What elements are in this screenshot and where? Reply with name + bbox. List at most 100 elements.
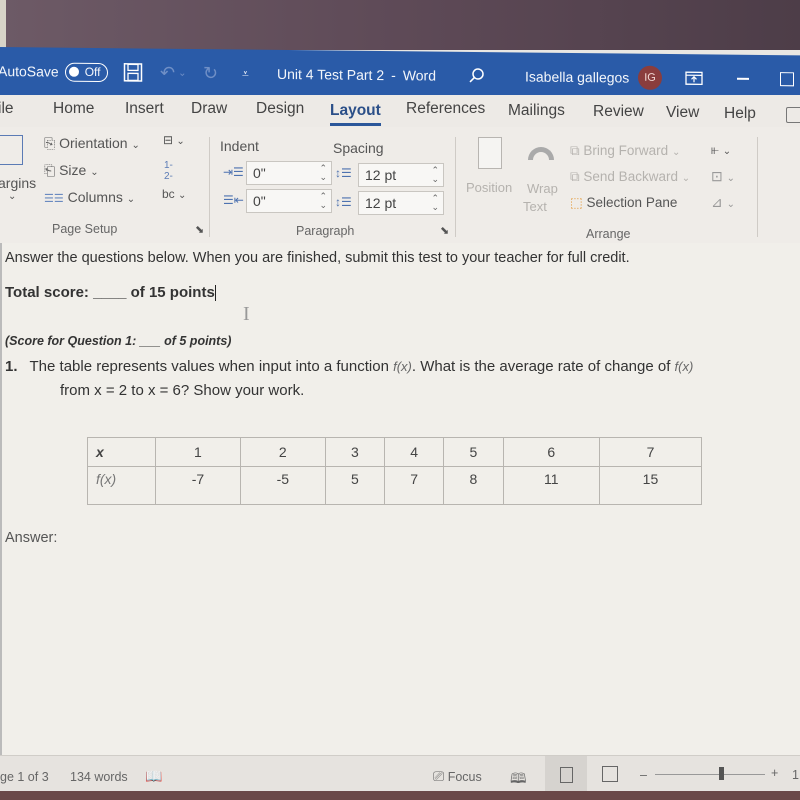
search-button[interactable] bbox=[468, 52, 486, 100]
send-backward-button[interactable]: ⧉ Send Backward ⌄ bbox=[570, 169, 690, 185]
page-setup-dialog-launcher[interactable]: ⬊ bbox=[195, 223, 204, 236]
selection-pane-button[interactable]: ⬚ Selection Pane bbox=[570, 195, 677, 211]
spinner-arrows-icon[interactable]: ⌃ ⌄ bbox=[431, 194, 439, 212]
rotate-button[interactable]: ⊿ ⌄ bbox=[711, 194, 735, 211]
indent-right-icon: ☰⇤ bbox=[223, 193, 244, 207]
avatar: IG bbox=[638, 65, 662, 90]
read-mode-button[interactable]: 🕮 bbox=[510, 768, 527, 792]
tab-draw[interactable]: Draw bbox=[191, 100, 227, 118]
zoom-slider-thumb[interactable] bbox=[719, 767, 724, 780]
position-icon bbox=[478, 137, 502, 169]
size-button[interactable]: ⎗ Size ⌄ bbox=[44, 162, 99, 179]
total-score-label: Total score: bbox=[5, 284, 89, 301]
focus-button[interactable]: ⎚ Focus bbox=[433, 768, 482, 785]
focus-label: Focus bbox=[447, 770, 482, 784]
zoom-slider-track[interactable] bbox=[655, 774, 765, 775]
bring-forward-button[interactable]: ⧉ Bring Forward ⌄ bbox=[570, 143, 680, 159]
chevron-down-icon: ⌄ bbox=[681, 173, 691, 184]
spacing-before-value: 12 pt bbox=[365, 167, 397, 183]
tab-view[interactable]: View bbox=[666, 104, 699, 122]
zoom-level[interactable]: 1 bbox=[792, 768, 799, 782]
autosave-toggle[interactable]: Off bbox=[64, 62, 108, 82]
chevron-down-icon: ⌄ bbox=[131, 140, 140, 151]
tab-review[interactable]: Review bbox=[593, 103, 644, 121]
wrap-text-label-2: Text bbox=[523, 199, 547, 214]
tab-help[interactable]: Help bbox=[724, 105, 756, 123]
paragraph-group-label: Paragraph bbox=[296, 224, 355, 238]
line-numbers-button[interactable]: 1- 2- bbox=[164, 160, 173, 182]
ribbon-layout: argins ⌄ ⎘ Orientation ⌄ ⎗ Size ⌄ ☰☰ Col… bbox=[0, 127, 800, 244]
table-row-x: x 1 2 3 4 5 6 7 bbox=[87, 437, 703, 467]
math-function-fx: f(x) bbox=[393, 359, 412, 374]
share-icon[interactable] bbox=[786, 107, 800, 123]
indent-left-input[interactable]: 0" ⌃ ⌄ bbox=[246, 161, 332, 185]
q1-score-line: (Score for Question 1: ___ of 5 points) bbox=[5, 334, 231, 348]
bring-forward-label: Bring Forward bbox=[583, 143, 669, 158]
spinner-arrows-icon[interactable]: ⌃ ⌄ bbox=[431, 166, 439, 184]
spinner-arrows-icon[interactable]: ⌃ ⌄ bbox=[319, 164, 327, 182]
spacing-before-input[interactable]: 12 pt ⌃ ⌄ bbox=[358, 163, 444, 187]
screen-bottom-bezel bbox=[0, 791, 800, 800]
proofing-icon[interactable]: 📖 bbox=[145, 768, 162, 785]
table-cell: -5 bbox=[239, 466, 326, 505]
ribbon-tabs: ile Home Insert Draw Design Layout Refer… bbox=[0, 95, 800, 127]
indent-right-input[interactable]: 0" ⌃ ⌄ bbox=[246, 189, 332, 213]
align-button[interactable]: ⫦ ⌄ bbox=[711, 141, 731, 158]
screen-edge bbox=[0, 0, 6, 50]
tab-references[interactable]: References bbox=[406, 100, 485, 118]
document-page[interactable]: Answer the questions below. When you are… bbox=[0, 243, 800, 755]
spacing-before-icon: ↕☰ bbox=[335, 166, 352, 180]
table-cell: 6 bbox=[502, 437, 600, 467]
rotate-icon: ⊿ bbox=[711, 194, 723, 210]
tab-home[interactable]: Home bbox=[53, 100, 94, 118]
autosave-control[interactable]: AutoSave Off bbox=[0, 47, 108, 96]
orientation-button[interactable]: ⎘ Orientation ⌄ bbox=[44, 135, 140, 152]
zoom-in-button[interactable]: + bbox=[771, 766, 778, 780]
customize-toolbar-button[interactable]: ⩡ bbox=[242, 50, 249, 98]
table-header-cell: f(x) bbox=[87, 466, 156, 505]
print-layout-button[interactable] bbox=[545, 756, 587, 792]
save-button[interactable] bbox=[123, 48, 143, 96]
size-label: Size bbox=[59, 162, 87, 178]
arrange-group-label: Arrange bbox=[586, 227, 631, 241]
table-cell: 8 bbox=[443, 466, 504, 505]
chevron-down-icon: ⌄ bbox=[726, 173, 736, 184]
question-text-part: . What is the average rate of change of bbox=[411, 358, 671, 375]
align-icon: ⫦ bbox=[711, 141, 719, 157]
tab-design[interactable]: Design bbox=[256, 100, 304, 118]
tab-insert[interactable]: Insert bbox=[125, 100, 164, 118]
spacing-after-input[interactable]: 12 pt ⌃ ⌄ bbox=[358, 191, 444, 215]
paragraph-dialog-launcher[interactable]: ⬊ bbox=[440, 224, 449, 237]
web-layout-button[interactable] bbox=[602, 766, 618, 782]
page-info[interactable]: ge 1 of 3 bbox=[0, 770, 49, 784]
columns-button[interactable]: ☰☰ Columns ⌄ bbox=[44, 189, 135, 205]
spacing-after-value: 12 pt bbox=[365, 195, 397, 211]
table-cell: 4 bbox=[383, 437, 445, 467]
bring-forward-icon: ⧉ bbox=[570, 143, 580, 158]
spinner-arrows-icon[interactable]: ⌃ ⌄ bbox=[319, 192, 327, 210]
hyphenation-button[interactable]: bc ⌄ bbox=[162, 187, 186, 201]
instructions-text: Answer the questions below. When you are… bbox=[5, 250, 630, 266]
breaks-button[interactable]: ⊟ ⌄ bbox=[163, 133, 185, 147]
word-count[interactable]: 134 words bbox=[70, 770, 128, 784]
chevron-down-icon: ⌄ bbox=[176, 136, 185, 147]
tab-file[interactable]: ile bbox=[0, 100, 14, 118]
undo-button[interactable]: ↶ ⌄ bbox=[160, 49, 186, 97]
undo-icon: ↶ bbox=[160, 62, 176, 83]
zoom-out-button[interactable]: – bbox=[640, 768, 647, 782]
margins-label: argins bbox=[0, 175, 37, 191]
ibeam-cursor-icon: I bbox=[243, 303, 250, 325]
group-button[interactable]: ⊡ ⌄ bbox=[711, 168, 735, 185]
table-cell: 15 bbox=[598, 466, 703, 505]
position-label: Position bbox=[466, 180, 513, 195]
tab-layout[interactable]: Layout bbox=[330, 102, 381, 126]
total-score-suffix: of 15 points bbox=[130, 284, 215, 301]
customize-icon: ⩡ bbox=[242, 66, 249, 81]
chevron-down-icon: ⌄ bbox=[722, 146, 732, 157]
redo-button[interactable]: ↻ bbox=[203, 49, 218, 97]
indent-left-value: 0" bbox=[253, 165, 266, 181]
answer-label: Answer: bbox=[5, 530, 58, 546]
tab-mailings[interactable]: Mailings bbox=[508, 102, 565, 120]
q1-score-suffix: of 5 points) bbox=[164, 334, 232, 348]
read-mode-icon: 🕮 bbox=[510, 770, 527, 786]
